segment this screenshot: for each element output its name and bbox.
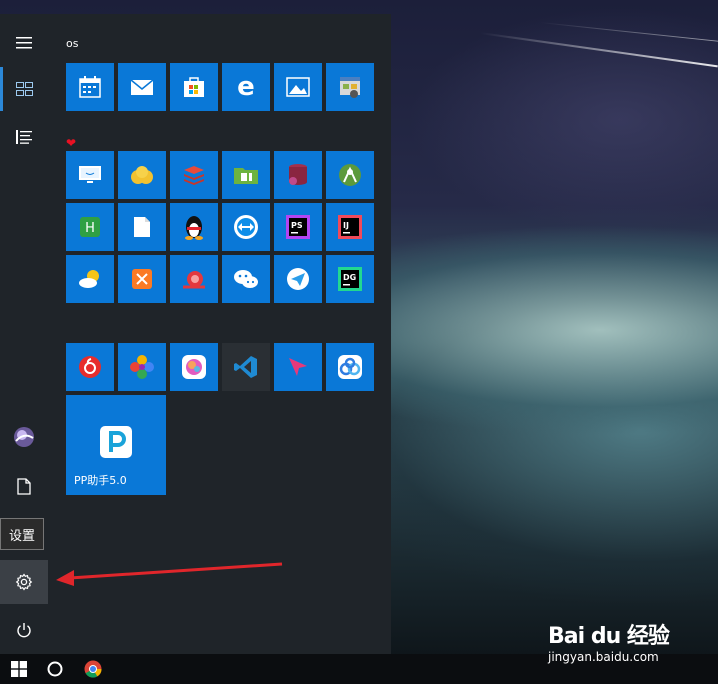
database-icon — [289, 164, 307, 185]
tile-remote-desktop[interactable] — [66, 151, 114, 199]
qq-penguin-icon — [185, 216, 203, 240]
tile-folder-app[interactable] — [222, 151, 270, 199]
tile-netease-music[interactable] — [66, 343, 114, 391]
photos-icon — [286, 77, 310, 97]
monitor-icon — [79, 166, 101, 183]
chrome-icon — [84, 660, 102, 678]
pp-assistant-icon — [100, 426, 132, 458]
all-apps-button[interactable] — [0, 115, 48, 159]
control-panel-icon — [340, 77, 360, 98]
settings-button[interactable] — [0, 560, 48, 604]
paper-plane-icon — [287, 268, 309, 290]
tile-datagrip[interactable]: DG — [326, 255, 374, 303]
user-avatar-icon — [14, 427, 34, 447]
android-studio-icon — [339, 164, 361, 186]
power-button[interactable] — [0, 608, 48, 652]
settings-tooltip: 设置 — [0, 518, 44, 550]
tile-paper-plane-app[interactable] — [274, 255, 322, 303]
redis-icon — [184, 166, 204, 185]
tile-android-studio[interactable] — [326, 151, 374, 199]
file-icon — [134, 217, 150, 237]
mail-icon — [130, 79, 154, 95]
svg-text:H: H — [85, 221, 95, 236]
gradient-ball-icon — [182, 355, 206, 379]
tiles-grid-icon — [15, 82, 33, 96]
annotation-red-arrow — [56, 562, 283, 586]
tile-teamviewer[interactable] — [222, 203, 270, 251]
tile-mail[interactable] — [118, 63, 166, 111]
cortana-button[interactable] — [36, 654, 74, 684]
hamburger-menu-button[interactable] — [0, 21, 48, 65]
tile-wechat[interactable] — [222, 255, 270, 303]
tile-gradient-app[interactable] — [170, 343, 218, 391]
cloud-fruit-icon — [131, 166, 153, 184]
pinwheel-icon — [130, 355, 154, 379]
tile-snail-app[interactable] — [170, 255, 218, 303]
power-icon — [17, 623, 31, 638]
phpstorm-icon: PS — [286, 215, 310, 239]
gear-icon — [15, 573, 33, 591]
snail-icon — [183, 271, 205, 289]
tile-weather[interactable] — [66, 255, 114, 303]
green-folder-icon — [234, 168, 258, 184]
documents-button[interactable] — [0, 464, 48, 508]
tile-cloud-app[interactable] — [118, 151, 166, 199]
tile-qq[interactable] — [170, 203, 218, 251]
svg-text:DG: DG — [343, 273, 356, 282]
baidu-jingyan-watermark: Bai du 经验 jingyan.baidu.com — [548, 618, 670, 664]
weather-icon — [79, 270, 99, 288]
list-icon — [16, 130, 32, 144]
teamviewer-icon — [234, 215, 258, 239]
vscode-icon — [234, 356, 257, 378]
xampp-icon — [132, 269, 152, 289]
tile-group-title: os — [66, 37, 79, 50]
heart-group-icon: ❤ — [66, 136, 77, 150]
edge-icon: e — [237, 72, 255, 102]
datagrip-icon: DG — [338, 267, 362, 291]
netease-music-icon — [79, 356, 101, 378]
tile-edge[interactable]: e — [222, 63, 270, 111]
cortana-circle-icon — [47, 661, 63, 677]
baidu-netdisk-icon — [338, 355, 362, 379]
hbuilder-icon: H — [80, 217, 100, 237]
start-menu-rail: 设置 — [0, 14, 48, 654]
tile-label: PP助手5.0 — [74, 474, 127, 487]
tile-photos-pinwheel[interactable] — [118, 343, 166, 391]
taskbar-chrome[interactable] — [74, 654, 112, 684]
tile-store[interactable] — [170, 63, 218, 111]
tile-intellij[interactable]: IJ — [326, 203, 374, 251]
tile-vscode[interactable] — [222, 343, 270, 391]
watermark-logo: Bai du 经验 — [548, 624, 670, 649]
tile-phpstorm[interactable]: PS — [274, 203, 322, 251]
svg-text:IJ: IJ — [343, 221, 349, 230]
svg-text:PS: PS — [291, 221, 303, 230]
wallpaper-meteor-streak — [539, 22, 718, 42]
user-account-button[interactable] — [0, 415, 48, 459]
tile-photos[interactable] — [274, 63, 322, 111]
intellij-icon: IJ — [338, 215, 362, 239]
tile-calendar[interactable] — [66, 63, 114, 111]
tile-database[interactable] — [274, 151, 322, 199]
tile-arrow-app[interactable] — [274, 343, 322, 391]
hamburger-icon — [16, 37, 32, 49]
tile-redis[interactable] — [170, 151, 218, 199]
store-icon — [184, 77, 204, 97]
watermark-url: jingyan.baidu.com — [548, 650, 659, 664]
windows-logo-icon — [11, 661, 27, 677]
tile-baidu-netdisk[interactable] — [326, 343, 374, 391]
pink-arrow-icon — [289, 358, 307, 376]
document-icon — [17, 477, 31, 495]
tile-blank-file[interactable] — [118, 203, 166, 251]
start-button[interactable] — [0, 654, 38, 684]
tile-xampp[interactable] — [118, 255, 166, 303]
tiles-view-button[interactable] — [0, 67, 48, 111]
calendar-icon — [79, 76, 101, 98]
tile-pp-assistant[interactable]: PP助手5.0 — [66, 395, 166, 495]
tile-control-panel[interactable] — [326, 63, 374, 111]
tile-hbuilder[interactable]: H — [66, 203, 114, 251]
wechat-icon — [234, 270, 258, 288]
